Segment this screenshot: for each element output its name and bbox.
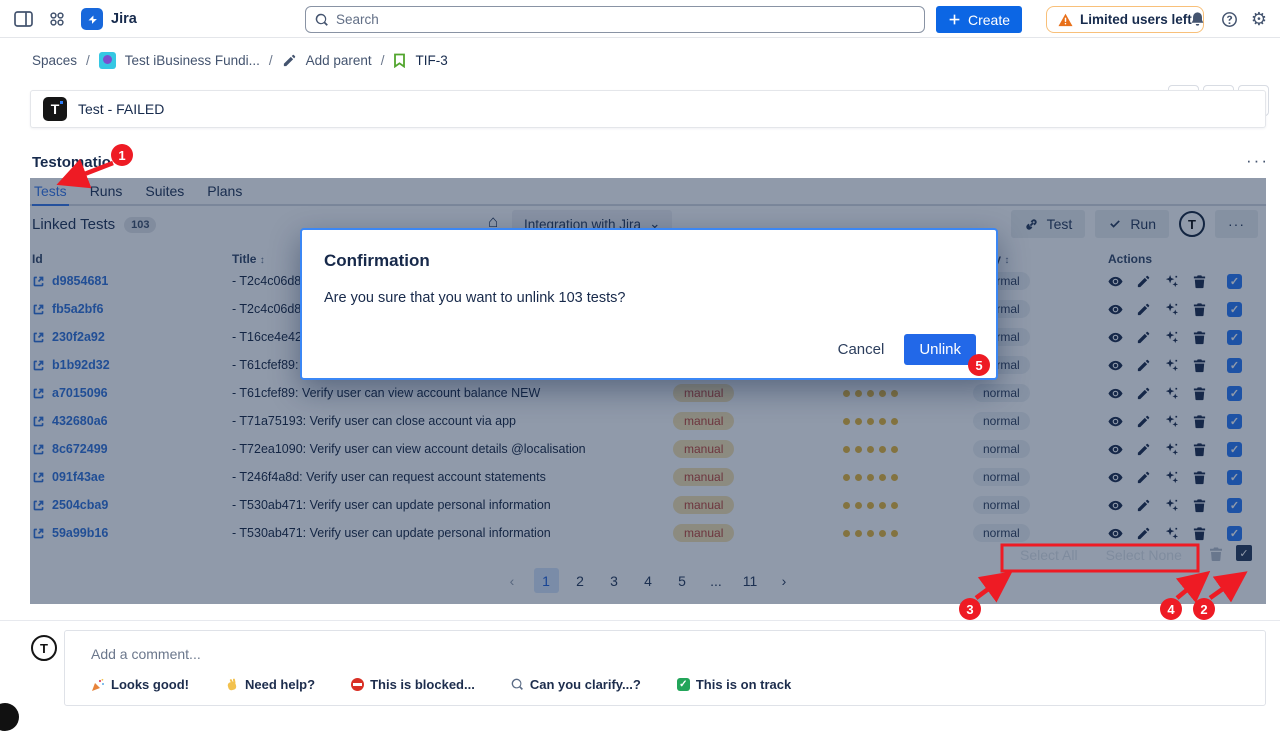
confirmation-modal: Confirmation Are you sure that you want …	[300, 228, 998, 380]
chip-looks-good[interactable]: Looks good!	[91, 677, 189, 692]
breadcrumb-row: Spaces / Test iBusiness Fundi... / Add p…	[0, 38, 1280, 86]
breadcrumb-spaces[interactable]: Spaces	[32, 53, 77, 68]
svg-text:4: 4	[1167, 602, 1175, 617]
limited-users-warning-button[interactable]: Limited users left	[1046, 6, 1204, 33]
chip-need-help[interactable]: Need help?	[225, 677, 315, 692]
settings-gear-icon[interactable]: ⚙	[1248, 8, 1270, 30]
comment-box[interactable]: Add a comment... Looks good! Need help? …	[64, 630, 1266, 706]
edit-icon	[282, 53, 297, 68]
wave-hand-icon	[225, 678, 239, 692]
annotation-badge-1: 1	[111, 144, 133, 166]
section-title: Testomatio	[32, 154, 111, 171]
modal-message: Are you sure that you want to unlink 103…	[324, 290, 625, 306]
testomatio-icon: T	[43, 97, 67, 121]
no-entry-icon	[351, 678, 364, 691]
search-placeholder: Search	[336, 12, 379, 27]
notifications-bell-icon[interactable]	[1186, 8, 1208, 30]
section-more-icon[interactable]: ···	[1246, 151, 1269, 171]
modal-title: Confirmation	[324, 251, 430, 271]
comment-placeholder: Add a comment...	[91, 646, 201, 662]
jira-home-link[interactable]: Jira	[81, 8, 137, 30]
magnifier-icon	[511, 678, 524, 691]
sidebar-toggle-icon[interactable]	[14, 11, 33, 27]
test-status-card[interactable]: T Test - FAILED	[30, 90, 1266, 128]
create-button[interactable]: Create	[936, 6, 1022, 33]
jira-logo-icon	[81, 8, 103, 30]
search-input[interactable]: Search	[305, 6, 925, 33]
breadcrumb-issue-key[interactable]: TIF-3	[415, 53, 447, 68]
test-status-title: Test - FAILED	[78, 101, 164, 117]
quick-reply-chips: Looks good! Need help? This is blocked..…	[91, 677, 791, 692]
app-name: Jira	[111, 11, 137, 27]
chip-blocked[interactable]: This is blocked...	[351, 677, 475, 692]
top-navigation-bar: Jira Search Create Limited users left ⚙	[0, 0, 1280, 38]
breadcrumb-add-parent[interactable]: Add parent	[306, 53, 372, 68]
app-switcher-icon[interactable]	[49, 11, 65, 27]
help-icon[interactable]	[1218, 8, 1240, 30]
breadcrumb: Spaces / Test iBusiness Fundi... / Add p…	[32, 52, 448, 69]
svg-text:2: 2	[1200, 602, 1207, 617]
svg-text:3: 3	[966, 602, 973, 617]
avatar: T	[31, 635, 57, 661]
warning-triangle-icon	[1058, 13, 1073, 27]
green-check-icon: ✓	[677, 678, 690, 691]
unlink-button[interactable]: Unlink	[904, 334, 976, 365]
cancel-button[interactable]: Cancel	[838, 341, 885, 358]
party-icon	[91, 678, 105, 692]
space-avatar-icon	[99, 52, 116, 69]
plus-icon	[948, 13, 961, 26]
section-divider	[0, 620, 1280, 621]
avatar	[0, 703, 19, 731]
svg-text:1: 1	[118, 148, 125, 163]
search-icon	[315, 13, 329, 27]
chip-clarify[interactable]: Can you clarify...?	[511, 677, 641, 692]
chip-on-track[interactable]: ✓ This is on track	[677, 677, 791, 692]
breadcrumb-project[interactable]: Test iBusiness Fundi...	[125, 53, 260, 68]
bookmark-icon	[393, 53, 406, 68]
